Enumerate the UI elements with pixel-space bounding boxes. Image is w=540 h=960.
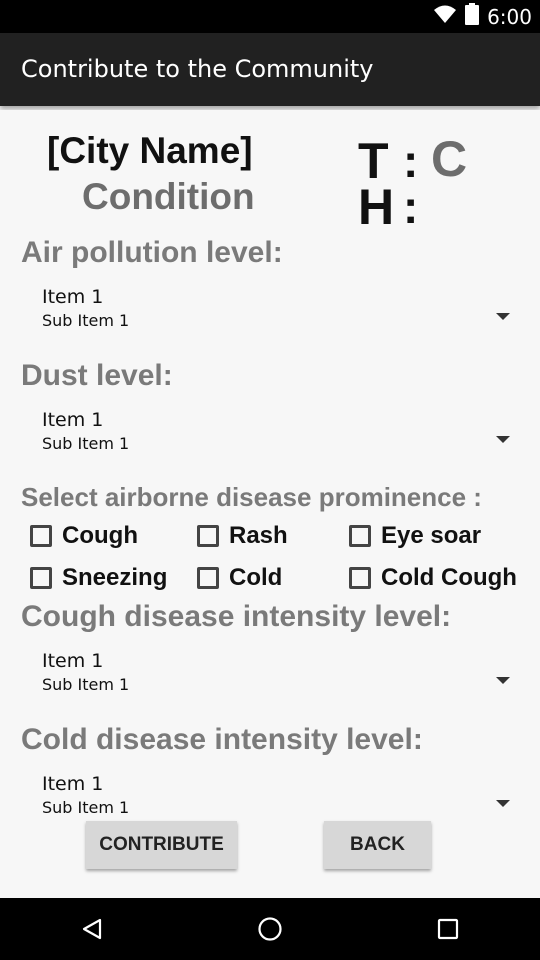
checkbox-label: Rash bbox=[229, 522, 288, 549]
checkbox-cough[interactable]: Cough bbox=[30, 520, 138, 552]
spinner-sub-item: Sub Item 1 bbox=[42, 311, 130, 330]
checkbox-eye-soar[interactable]: Eye soar bbox=[349, 520, 481, 552]
home-circle-icon[interactable] bbox=[240, 898, 300, 960]
checkbox-label: Eye soar bbox=[381, 522, 482, 549]
disease-prominence-label: Select airborne disease prominence : bbox=[21, 482, 482, 512]
wifi-icon bbox=[433, 4, 457, 29]
checkbox-label: Cold Cough bbox=[381, 564, 517, 591]
checkbox-icon[interactable] bbox=[349, 525, 371, 547]
spinner-item: Item 1 bbox=[42, 650, 104, 672]
dust-level-spinner[interactable]: Item 1 Sub Item 1 bbox=[42, 409, 520, 465]
humidity-colon: : bbox=[403, 181, 419, 233]
air-pollution-spinner[interactable]: Item 1 Sub Item 1 bbox=[42, 286, 520, 342]
checkbox-icon[interactable] bbox=[30, 525, 52, 547]
checkbox-label: Cold bbox=[229, 564, 283, 591]
spinner-sub-item: Sub Item 1 bbox=[42, 675, 130, 694]
spinner-item: Item 1 bbox=[42, 409, 104, 431]
checkbox-sneezing[interactable]: Sneezing bbox=[30, 562, 167, 594]
air-pollution-label: Air pollution level: bbox=[21, 236, 283, 269]
navigation-bar bbox=[0, 898, 540, 960]
cough-intensity-label: Cough disease intensity level: bbox=[21, 600, 452, 633]
app-bar: Contribute to the Community bbox=[0, 33, 540, 106]
checkbox-cold-cough[interactable]: Cold Cough bbox=[349, 562, 517, 594]
back-button[interactable]: BACK bbox=[324, 821, 431, 869]
checkbox-cold[interactable]: Cold bbox=[197, 562, 282, 594]
checkbox-icon[interactable] bbox=[197, 525, 219, 547]
clock-time: 6:00 bbox=[487, 4, 532, 29]
checkbox-label: Cough bbox=[62, 522, 138, 549]
spinner-item: Item 1 bbox=[42, 773, 104, 795]
checkbox-rash[interactable]: Rash bbox=[197, 520, 288, 552]
temperature-unit: C bbox=[431, 131, 468, 187]
humidity-label: H bbox=[358, 179, 395, 235]
dropdown-arrow-icon bbox=[496, 800, 510, 807]
weather-condition: Condition bbox=[82, 176, 255, 217]
checkbox-icon[interactable] bbox=[30, 567, 52, 589]
app-title: Contribute to the Community bbox=[21, 55, 374, 83]
checkbox-label: Sneezing bbox=[62, 564, 168, 591]
contribute-button[interactable]: CONTRIBUTE bbox=[86, 821, 237, 869]
spinner-sub-item: Sub Item 1 bbox=[42, 434, 130, 453]
city-name: [City Name] bbox=[47, 130, 253, 171]
status-bar: 6:00 bbox=[0, 0, 540, 33]
cold-intensity-label: Cold disease intensity level: bbox=[21, 723, 423, 756]
checkbox-icon[interactable] bbox=[349, 567, 371, 589]
dust-level-label: Dust level: bbox=[21, 359, 173, 392]
battery-icon bbox=[465, 3, 480, 30]
spinner-sub-item: Sub Item 1 bbox=[42, 798, 130, 817]
dropdown-arrow-icon bbox=[496, 436, 510, 443]
dropdown-arrow-icon bbox=[496, 313, 510, 320]
status-icons: 6:00 bbox=[433, 0, 532, 33]
recents-square-icon[interactable] bbox=[418, 898, 478, 960]
dropdown-arrow-icon bbox=[496, 677, 510, 684]
spinner-item: Item 1 bbox=[42, 286, 104, 308]
checkbox-icon[interactable] bbox=[197, 567, 219, 589]
back-triangle-icon[interactable] bbox=[62, 898, 122, 960]
temperature-colon: : bbox=[403, 135, 419, 187]
contribute-form: [City Name] Condition T : C H : Air poll… bbox=[0, 110, 540, 898]
cough-intensity-spinner[interactable]: Item 1 Sub Item 1 bbox=[42, 650, 520, 706]
